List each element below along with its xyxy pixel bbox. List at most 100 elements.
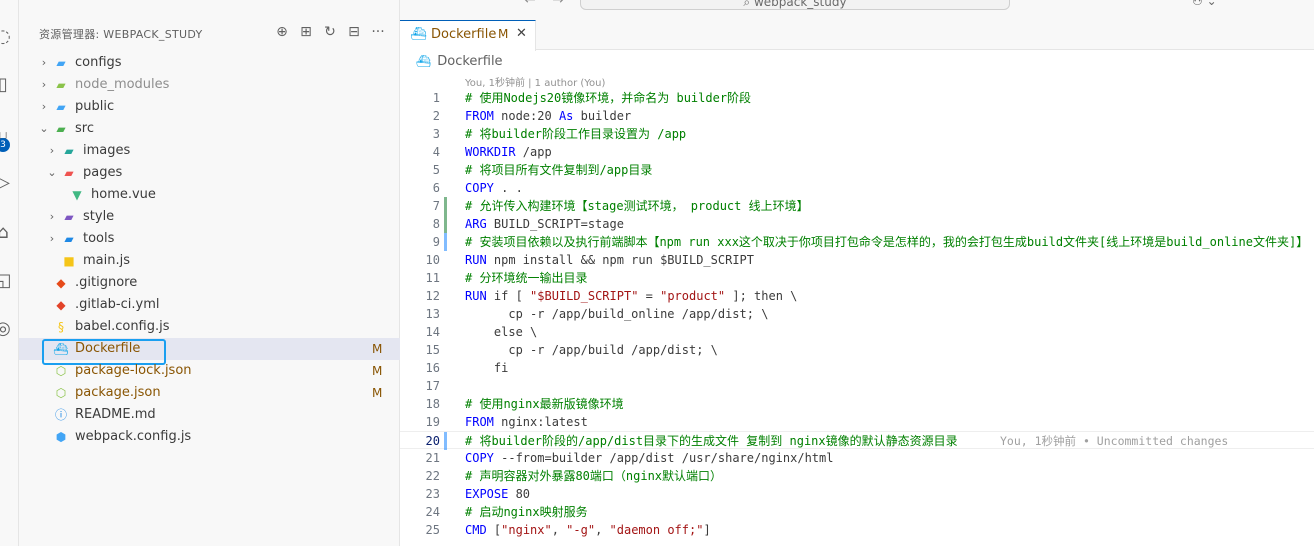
chevron-right-icon[interactable]: ›: [37, 74, 51, 96]
code-line[interactable]: 1 # 使用Nodejs20镜像环境，并命名为 builder阶段: [400, 89, 1314, 107]
tree-file-readme-md[interactable]: ⓘ README.md: [19, 404, 400, 426]
code-line[interactable]: 25 CMD ["nginx", "-g", "daemon off;"]: [400, 521, 1314, 539]
chevron-right-icon[interactable]: ›: [45, 228, 59, 250]
code-line[interactable]: 19 FROM nginx:latest: [400, 413, 1314, 431]
tree-file-package-json[interactable]: ⬡ package.json M: [19, 382, 400, 404]
code-line[interactable]: 15 cp -r /app/build /app/dist; \: [400, 341, 1314, 359]
breadcrumb-item[interactable]: Dockerfile: [437, 54, 502, 69]
tree-file-main-js[interactable]: ■ main.js: [19, 250, 400, 272]
comment-token: # 使用nginx最新版镜像环境: [465, 397, 624, 411]
code-line[interactable]: 24 # 启动nginx映射服务: [400, 503, 1314, 521]
code-line[interactable]: 12 RUN if [ "$BUILD_SCRIPT" = "product" ]…: [400, 287, 1314, 305]
copilot-icon[interactable]: ⚇ ⌄: [1192, 0, 1217, 8]
command-center-search[interactable]: ⌕ webpack_study: [580, 0, 1010, 10]
file-icon: §: [58, 320, 64, 334]
comment-token: # 声明容器对外暴露80端口（nginx默认端口）: [465, 469, 723, 483]
folder-icon: ▰: [64, 210, 74, 224]
line-number: 15: [425, 343, 440, 357]
code-line[interactable]: 17: [400, 377, 1314, 395]
code-line[interactable]: 22 # 声明容器对外暴露80端口（nginx默认端口）: [400, 467, 1314, 485]
chevron-down-icon[interactable]: ⌄: [37, 118, 51, 140]
chevron-down-icon[interactable]: ⌄: [45, 162, 59, 184]
code-line[interactable]: 11 # 分环境统一输出目录: [400, 269, 1314, 287]
chevron-right-icon[interactable]: ›: [37, 52, 51, 74]
code-line[interactable]: 9 # 安装项目依赖以及执行前端脚本【npm run xxx这个取决于你项目打包命…: [400, 233, 1314, 251]
collapse-all-icon[interactable]: ⊟: [345, 24, 363, 40]
code-line[interactable]: 8 ARG BUILD_SCRIPT=stage: [400, 215, 1314, 233]
extensions-icon[interactable]: ⌂: [0, 222, 14, 244]
code-line[interactable]: 3 # 将builder阶段工作目录设置为 /app: [400, 125, 1314, 143]
code-line[interactable]: 2 FROM node:20 As builder: [400, 107, 1314, 125]
tree-folder-configs[interactable]: › ▰ configs: [19, 52, 400, 74]
tree-folder-src[interactable]: ⌄ ▰ src: [19, 118, 400, 140]
code-line[interactable]: 13 cp -r /app/build_online /app/dist; \: [400, 305, 1314, 323]
tree-file-webpack-config-js[interactable]: ⬢ webpack.config.js: [19, 426, 400, 448]
line-number: 10: [425, 253, 440, 267]
chevron-right-icon[interactable]: ›: [37, 96, 51, 118]
line-number: 22: [425, 469, 440, 483]
new-folder-icon[interactable]: ⊞: [297, 24, 315, 40]
added-line-marker[interactable]: [444, 215, 447, 233]
tree-file-babel-config-js[interactable]: § babel.config.js: [19, 316, 400, 338]
code-text: CMD ["nginx", "-g", "daemon off;"]: [465, 521, 711, 539]
explorer-title: 资源管理器: WEBPACK_STUDY: [39, 28, 203, 41]
file-icon: ◆: [56, 276, 66, 290]
tree-item-label: main.js: [83, 253, 130, 268]
tree-item-label: public: [75, 99, 115, 114]
tree-folder-tools[interactable]: › ▰ tools: [19, 228, 400, 250]
git-codelens[interactable]: You, 1秒钟前 | 1 author (You): [465, 74, 605, 89]
code-line[interactable]: 23 EXPOSE 80: [400, 485, 1314, 503]
tree-folder-pages[interactable]: ⌄ ▰ pages: [19, 162, 400, 184]
chevron-right-icon[interactable]: ›: [45, 140, 59, 162]
code-line[interactable]: 7 # 允许传入构建环境【stage测试环境， product 线上环境】: [400, 197, 1314, 215]
accounts-icon[interactable]: ◌: [0, 26, 14, 48]
tree-folder-images[interactable]: › ▰ images: [19, 140, 400, 162]
breadcrumb[interactable]: ⛴ Dockerfile: [416, 54, 503, 69]
tree-item-label: package.json: [75, 385, 161, 400]
refresh-icon[interactable]: ↻: [321, 24, 339, 40]
tree-folder-style[interactable]: › ▰ style: [19, 206, 400, 228]
code-text: # 使用nginx最新版镜像环境: [465, 395, 624, 413]
line-number: 19: [425, 415, 440, 429]
modified-line-marker[interactable]: [444, 432, 447, 450]
close-icon[interactable]: ✕: [516, 26, 527, 41]
code-line[interactable]: 20 # 将builder阶段的/app/dist目录下的生成文件 复制到 ngi…: [400, 431, 1314, 450]
code-text: cp -r /app/build_online /app/dist; \: [465, 305, 768, 323]
back-icon[interactable]: ←: [524, 0, 536, 8]
explorer-icon[interactable]: ▯: [0, 74, 14, 96]
code-line[interactable]: 14 else \: [400, 323, 1314, 341]
code-line[interactable]: 16 fi: [400, 359, 1314, 377]
tree-file-dockerfile[interactable]: ⛴ Dockerfile M: [19, 338, 400, 365]
line-number: 3: [432, 127, 440, 141]
chevron-right-icon[interactable]: ›: [45, 206, 59, 228]
added-line-marker[interactable]: [444, 197, 447, 215]
modified-line-marker[interactable]: [444, 233, 447, 251]
code-line[interactable]: 10 RUN npm install && npm run $BUILD_SCRI…: [400, 251, 1314, 269]
remote-icon[interactable]: ◱: [0, 270, 14, 292]
docker-icon[interactable]: ◎: [0, 318, 14, 340]
forward-icon[interactable]: →: [552, 0, 564, 8]
code-line[interactable]: 5 # 将项目所有文件复制到/app目录: [400, 161, 1314, 179]
tree-file-home-vue[interactable]: ▼ home.vue: [19, 184, 400, 206]
file-icon: ⬢: [55, 430, 67, 444]
tree-file-gitignore[interactable]: ◆ .gitignore: [19, 272, 400, 294]
run-debug-icon[interactable]: ▷: [0, 172, 14, 194]
code-line[interactable]: 21 COPY --from=builder /app/dist /usr/sha…: [400, 449, 1314, 467]
new-file-icon[interactable]: ⊕: [273, 24, 291, 40]
code-line[interactable]: 6 COPY . .: [400, 179, 1314, 197]
tree-folder-public[interactable]: › ▰ public: [19, 96, 400, 118]
tree-file-package-lock-json[interactable]: ⬡ package-lock.json M: [19, 360, 400, 382]
string-token: "product": [660, 289, 726, 303]
code-editor[interactable]: 1 # 使用Nodejs20镜像环境，并命名为 builder阶段 2 FROM no…: [400, 89, 1314, 539]
code-line[interactable]: 4 WORKDIR /app: [400, 143, 1314, 161]
folder-icon: ▰: [64, 144, 74, 158]
code-line[interactable]: 18 # 使用nginx最新版镜像环境: [400, 395, 1314, 413]
plain-token: . .: [493, 181, 523, 195]
line-number: 14: [425, 325, 440, 339]
more-actions-icon[interactable]: ···: [369, 24, 387, 40]
code-text: # 安装项目依赖以及执行前端脚本【npm run xxx这个取决于你项目打包命令…: [465, 233, 1308, 251]
tab-dockerfile[interactable]: ⛴ Dockerfile M ✕: [400, 20, 536, 51]
string-token: "daemon off;": [609, 523, 704, 537]
tree-folder-node-modules[interactable]: › ▰ node_modules: [19, 74, 400, 96]
tree-file-gitlab-ci-yml[interactable]: ◆ .gitlab-ci.yml: [19, 294, 400, 316]
